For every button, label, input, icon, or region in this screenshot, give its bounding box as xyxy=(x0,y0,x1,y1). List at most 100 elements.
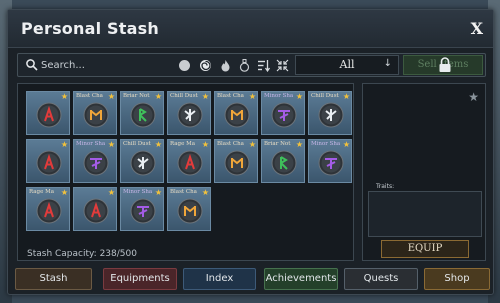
stash-slot[interactable]: Briar Not ★ xyxy=(120,91,164,135)
rune-stone-icon xyxy=(83,102,109,128)
stash-slot[interactable]: Chill Dust ★ xyxy=(308,91,352,135)
item-name: Blast Cha xyxy=(76,93,103,99)
tab-label: Achievements xyxy=(265,273,337,284)
stash-slot[interactable]: Blast Cha ★ xyxy=(167,187,211,231)
equip-button[interactable]: EQUIP xyxy=(381,240,469,258)
favorite-star-icon: ★ xyxy=(60,92,68,101)
rune-stone-icon xyxy=(318,102,344,128)
rune-stone-icon xyxy=(83,150,109,176)
stash-slot[interactable]: Rage Ma ★ xyxy=(167,139,211,183)
item-name: Briar Not xyxy=(123,93,150,99)
favorite-star-icon: ★ xyxy=(295,92,303,101)
rune-stone-icon xyxy=(83,198,109,224)
item-name: Chill Dust xyxy=(311,93,339,99)
item-detail-panel: ★ Traits: EQUIP xyxy=(362,83,486,261)
stash-slot[interactable]: Briar Not ★ xyxy=(261,139,305,183)
stash-slot[interactable]: ★ xyxy=(26,91,70,135)
rune-stone-icon xyxy=(36,198,62,224)
window-title: Personal Stash xyxy=(21,19,159,38)
traits-box xyxy=(368,191,482,237)
tab-stash[interactable]: Stash xyxy=(15,268,92,290)
favorite-star-icon: ★ xyxy=(107,140,115,149)
toolbar: All ↓ Sell Items xyxy=(17,53,486,77)
stash-slot[interactable]: Minor Sha ★ xyxy=(73,139,117,183)
search-icon xyxy=(26,59,38,71)
tab-label: Index xyxy=(205,273,234,284)
rune-stone-icon xyxy=(224,150,250,176)
item-name: Briar Not xyxy=(264,141,291,147)
rune-stone-icon xyxy=(318,150,344,176)
tab-shop[interactable]: Shop xyxy=(424,268,490,290)
item-name: Minor Sha xyxy=(76,141,106,147)
category-select[interactable]: All ↓ xyxy=(295,55,399,75)
item-name: Minor Sha xyxy=(311,141,341,147)
circle-filter-icon[interactable] xyxy=(178,59,191,72)
stash-slot[interactable]: Blast Cha ★ xyxy=(214,139,258,183)
tab-label: Quests xyxy=(363,273,399,284)
item-name: Blast Cha xyxy=(170,189,197,195)
rune-stone-icon xyxy=(177,150,203,176)
favorite-star-icon: ★ xyxy=(60,188,68,197)
rune-stone-icon xyxy=(177,198,203,224)
tab-equipments[interactable]: Equipments xyxy=(103,268,177,290)
rune-stone-icon xyxy=(224,102,250,128)
favorite-star-icon: ★ xyxy=(248,140,256,149)
rune-stone-icon xyxy=(177,102,203,128)
collapse-icon[interactable] xyxy=(276,59,289,72)
tab-achievements[interactable]: Achievements xyxy=(264,268,338,290)
favorite-star-icon[interactable]: ★ xyxy=(468,90,479,104)
favorite-star-icon: ★ xyxy=(154,140,162,149)
stash-slot[interactable]: Minor Sha ★ xyxy=(120,187,164,231)
lock-icon xyxy=(439,57,451,72)
swirl-filter-icon[interactable] xyxy=(199,59,212,72)
favorite-star-icon: ★ xyxy=(107,188,115,197)
stash-slot[interactable]: Blast Cha ★ xyxy=(214,91,258,135)
chevron-down-icon: ↓ xyxy=(383,58,392,69)
favorite-star-icon: ★ xyxy=(342,140,350,149)
potion-filter-icon[interactable] xyxy=(238,59,251,72)
bottom-tab-bar: Stash Equipments Index Achievements Quests Sh… xyxy=(15,268,490,290)
rune-stone-icon xyxy=(36,150,62,176)
item-name: Chill Dust xyxy=(123,141,151,147)
stash-slot[interactable]: ★ xyxy=(73,187,117,231)
favorite-star-icon: ★ xyxy=(201,140,209,149)
stash-capacity: Stash Capacity: 238/500 xyxy=(27,249,137,259)
tab-index[interactable]: Index xyxy=(183,268,256,290)
close-button[interactable]: X xyxy=(471,19,483,38)
item-name: Minor Sha xyxy=(264,93,294,99)
sell-items-button[interactable]: Sell Items xyxy=(403,55,483,75)
stash-grid: ★ Blast Cha ★ Briar Not ★ Chill Dust ★ Blast Ch… xyxy=(17,83,354,261)
stash-slot[interactable]: Chill Dust ★ xyxy=(167,91,211,135)
title-bar: Personal Stash X xyxy=(8,10,493,48)
stash-slot[interactable]: ★ xyxy=(26,139,70,183)
tab-label: Shop xyxy=(444,273,470,284)
stash-window: Personal Stash X Search... All ↓ Sell It… xyxy=(7,9,494,295)
favorite-star-icon: ★ xyxy=(154,92,162,101)
stash-slot[interactable]: Minor Sha ★ xyxy=(261,91,305,135)
favorite-star-icon: ★ xyxy=(248,92,256,101)
equip-label: EQUIP xyxy=(407,243,443,254)
tab-label: Stash xyxy=(39,273,68,284)
favorite-star-icon: ★ xyxy=(201,188,209,197)
item-name: Blast Cha xyxy=(217,93,244,99)
tab-label: Equipments xyxy=(110,273,170,284)
flame-filter-icon[interactable] xyxy=(219,59,232,72)
favorite-star-icon: ★ xyxy=(154,188,162,197)
stash-slot[interactable]: Minor Sha ★ xyxy=(308,139,352,183)
item-name: Chill Dust xyxy=(170,93,198,99)
favorite-star-icon: ★ xyxy=(107,92,115,101)
tab-quests[interactable]: Quests xyxy=(344,268,418,290)
search-input[interactable] xyxy=(41,56,176,74)
stash-slot[interactable]: Blast Cha ★ xyxy=(73,91,117,135)
sort-icon[interactable] xyxy=(257,59,270,72)
favorite-star-icon: ★ xyxy=(342,92,350,101)
rune-stone-icon xyxy=(271,150,297,176)
rune-stone-icon xyxy=(130,150,156,176)
item-name: Minor Sha xyxy=(123,189,153,195)
stash-slot[interactable]: Chill Dust ★ xyxy=(120,139,164,183)
favorite-star-icon: ★ xyxy=(60,140,68,149)
rune-stone-icon xyxy=(36,102,62,128)
favorite-star-icon: ★ xyxy=(201,92,209,101)
stash-slot[interactable]: Rage Ma ★ xyxy=(26,187,70,231)
rune-stone-icon xyxy=(130,198,156,224)
